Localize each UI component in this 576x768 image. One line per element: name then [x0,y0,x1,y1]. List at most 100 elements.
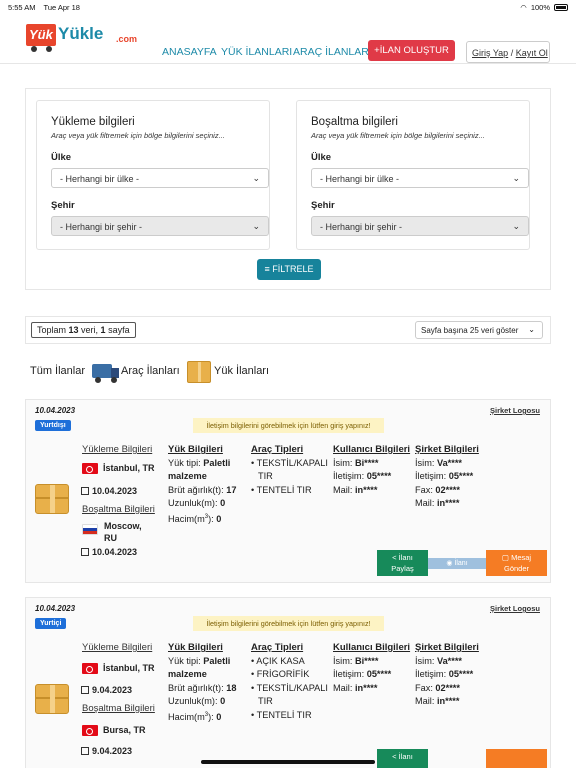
volume-value: 0 [216,711,222,722]
total-count: Toplam 13 veri, 1 sayfa [31,322,136,338]
nav-home[interactable]: ANASAYFA [162,46,217,58]
load-type-value: Paletli [203,655,231,666]
vehicle-type: FRİGORİFİK [256,669,310,679]
unloading-country-value: - Herhangi bir ülke - [320,174,400,184]
loading-info-link[interactable]: Yükleme Bilgileri [82,444,152,455]
logo-yukle: Yükle [58,24,104,43]
company-mail-value: in**** [436,498,460,508]
loading-city-select[interactable]: - Herhangi bir şehir - ⌄ [51,216,269,236]
vehicle-type: TEKSTİL/KAPALI TIR [256,457,328,482]
loading-country-select[interactable]: - Herhangi bir ülke - ⌄ [51,168,269,188]
load-info: Yük Bilgileri Yük tipi: Paletli malzeme … [168,641,248,724]
listing-card[interactable]: 10.04.2023 Yurtiçi İletişim bilgilerini … [25,597,551,768]
user-info-header: Kullanıcı Bilgileri [333,642,411,653]
logo-yuk: Yük [29,27,53,42]
company-fax-value: 02**** [435,484,460,495]
weight-label: Brüt ağırlık(t): [168,682,227,693]
tab-loads[interactable]: Yük İlanları [214,365,269,377]
filter-button[interactable]: ≡ FİLTRELE [257,259,321,280]
listing-date: 10.04.2023 [35,406,76,415]
load-type-value-2: malzeme [168,471,207,481]
share-listing-button[interactable]: < İlanı [377,749,428,768]
user-mail-value: in**** [354,682,378,693]
company-mail-label: Mail: [415,696,437,706]
company-fax-label: Fax: [415,484,436,495]
share-listing-button[interactable]: < İlanı Paylaş [377,550,428,576]
unloading-date-text: 9.04.2023 [92,746,133,756]
unloading-info-link[interactable]: Boşaltma Bilgileri [82,703,155,714]
loading-date: 10.04.2023 [81,486,137,496]
vehicle-types: Araç Tipleri • TEKSTİL/KAPALI TIR • TENT… [251,443,331,497]
view-listing-button[interactable]: ◉ İlanı [428,558,486,569]
nav-vehicles[interactable]: ARAÇ İLANLARI [293,46,372,58]
loading-title: Yükleme bilgileri [51,116,135,128]
unloading-country-select[interactable]: - Herhangi bir ülke - ⌄ [311,168,529,188]
battery-level: 100% [530,3,550,12]
calendar-icon [81,686,89,694]
vehicle-types-header: Araç Tipleri [251,642,304,653]
nav-loads[interactable]: YÜK İLANLARI [221,46,292,58]
site-logo[interactable]: Yük Yükle .com [26,22,141,56]
send-message-button[interactable]: ▢ Mesaj Gönder [486,550,547,576]
site-header: Yük Yükle .com ANASAYFA YÜK İLANLARI ARA… [0,14,576,64]
calendar-icon [81,747,89,755]
company-info: Şirket Bilgileri İsim: Va**** İletişim: … [415,641,495,709]
unloading-info-link[interactable]: Boşaltma Bilgileri [82,504,155,515]
status-bar: 5:55 AM Tue Apr 18 ◠ 100% [0,0,576,14]
loading-filter-card: Yükleme bilgileri Araç veya yük filtreme… [36,100,270,250]
wheel-icon [31,46,37,52]
user-phone-label: İletişim: [333,669,367,679]
length-value: 0 [220,498,226,508]
load-type-value: Paletli [203,457,231,468]
auth-separator: / [510,48,514,58]
company-logo-link[interactable]: Şirket Logosu [490,604,540,613]
tab-vehicles[interactable]: Araç İlanları [121,365,180,377]
user-phone-value: 05**** [366,669,392,679]
loading-country-value: - Herhangi bir ülke - [60,174,140,184]
company-name-label: İsim: [415,457,437,468]
user-info: Kullanıcı Bilgileri İsim: Bi**** İletişi… [333,443,413,497]
per-page-select[interactable]: Sayfa başına 25 veri göster ⌄ [415,321,543,339]
wifi-icon: ◠ [520,3,527,12]
user-info: Kullanıcı Bilgileri İsim: Bi**** İletişi… [333,641,413,695]
create-listing-button[interactable]: +İLAN OLUŞTUR [368,40,455,61]
russia-flag-icon [82,524,98,535]
listing-card[interactable]: 10.04.2023 Yurtdışı İletişim bilgilerini… [25,399,551,583]
vehicle-type: TENTELİ TIR [256,484,312,495]
turkey-flag-icon [82,663,98,675]
unloading-date: 9.04.2023 [81,746,132,756]
register-link[interactable]: Kayıt Ol [516,48,548,58]
length-label: Uzunluk(m): [168,696,221,706]
filter-panel: Yükleme bilgileri Araç veya yük filtreme… [25,88,551,290]
unloading-city-value: - Herhangi bir şehir - [320,222,403,232]
listing-tabs: Tüm İlanlar Araç İlanları Yük İlanları [30,360,330,384]
volume-value: 0 [216,513,222,524]
company-logo-link[interactable]: Şirket Logosu [490,406,540,415]
login-link[interactable]: Giriş Yap [472,48,508,58]
message-label-1: Mesaj [511,553,532,562]
loading-city-label: Şehir [51,200,75,211]
status-time: 5:55 AM [8,3,36,12]
region-badge: Yurtdışı [35,420,71,431]
send-message-button[interactable] [486,749,547,768]
pages-suffix: sayfa [105,325,130,335]
tab-all[interactable]: Tüm İlanlar [30,365,85,377]
company-info-header: Şirket Bilgileri [415,444,479,455]
user-mail-value: in**** [354,484,378,495]
region-badge: Yurtiçi [35,618,67,629]
loading-place: İstanbul, TR [82,663,155,675]
company-phone-value: 05**** [448,471,474,481]
loading-info-link[interactable]: Yükleme Bilgileri [82,642,152,653]
user-name-value: Bi**** [354,655,379,666]
user-mail-label: Mail: [333,682,355,693]
user-mail-label: Mail: [333,484,355,495]
calendar-icon [81,487,89,495]
unloading-title: Boşaltma bilgileri [311,116,398,128]
chevron-down-icon: ⌄ [528,325,535,334]
company-info: Şirket Bilgileri İsim: Va**** İletişim: … [415,443,495,511]
vehicle-types: Araç Tipleri • AÇIK KASA • FRİGORİFİK • … [251,641,331,722]
unloading-place: Moscow, RU [82,520,142,544]
company-info-header: Şirket Bilgileri [415,642,479,653]
filter-button-label: FİLTRELE [272,264,314,274]
unloading-city-select[interactable]: - Herhangi bir şehir - ⌄ [311,216,529,236]
